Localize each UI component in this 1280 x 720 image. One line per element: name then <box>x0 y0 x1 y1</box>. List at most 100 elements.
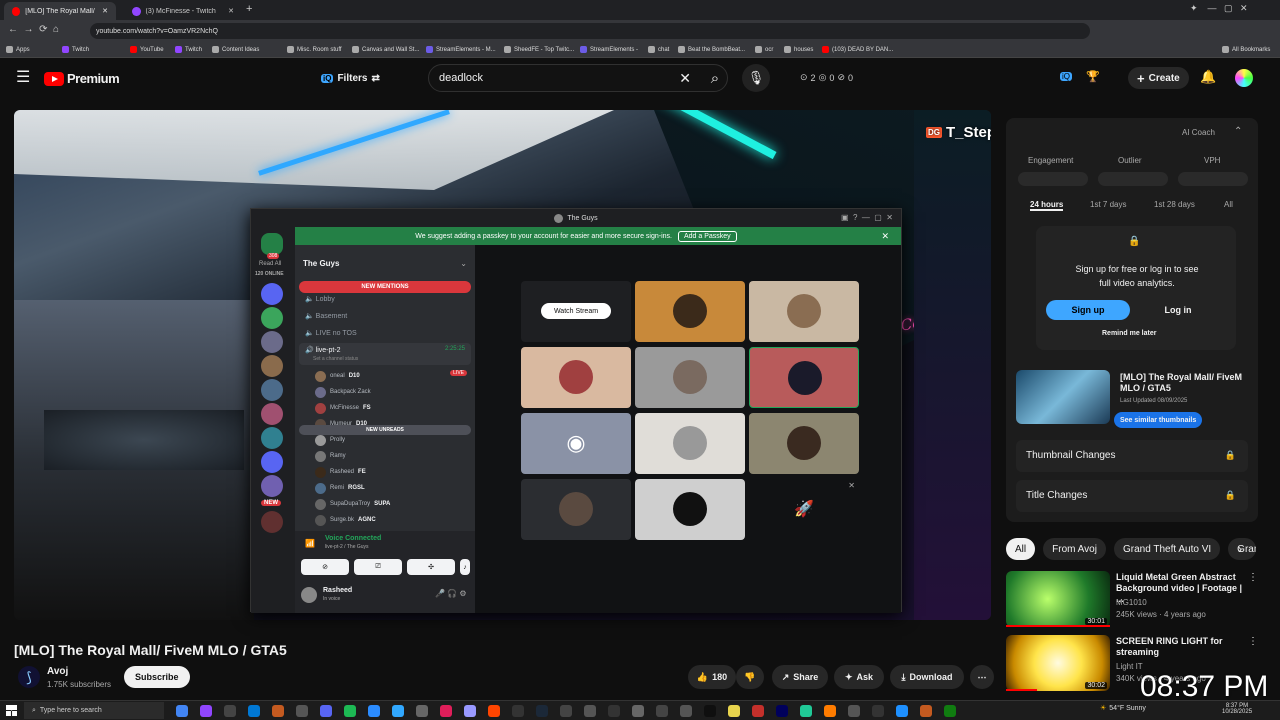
app-icon[interactable] <box>896 705 908 717</box>
chip-from-avoj[interactable]: From Avoj <box>1043 538 1106 560</box>
activities-button[interactable]: ✣ <box>407 559 455 575</box>
bookmark-twitch[interactable]: Twitch <box>62 46 89 53</box>
server-icon[interactable] <box>261 427 283 449</box>
app-icon[interactable] <box>656 705 668 717</box>
close-icon[interactable]: ✕ <box>848 481 855 490</box>
voice-member[interactable]: Rasheed FE <box>315 465 366 479</box>
ask-button[interactable]: ✦ Ask <box>834 665 884 689</box>
bookmark-beat-the-bomb[interactable]: Beat the BombBeat... <box>678 46 745 53</box>
new-unreads-pill[interactable]: NEW UNREADS <box>299 425 471 435</box>
soundboard-button[interactable]: ♪ <box>460 559 470 575</box>
app-icon[interactable] <box>752 705 764 717</box>
participant-tile[interactable] <box>521 479 631 540</box>
participant-tile[interactable] <box>635 479 745 540</box>
participant-tile[interactable] <box>635 413 745 474</box>
xbox-app-icon[interactable] <box>944 705 956 717</box>
voice-channel-lobby[interactable]: 🔈 Lobby <box>305 295 335 303</box>
new-tab-button[interactable]: + <box>246 3 252 15</box>
app-icon[interactable] <box>368 705 380 717</box>
new-mentions-pill[interactable]: NEW MENTIONS <box>299 281 471 293</box>
voice-member[interactable]: Ramy <box>315 449 350 463</box>
server-icon[interactable] <box>261 307 283 329</box>
download-button[interactable]: ⤓ Download <box>890 665 964 689</box>
app-icon[interactable] <box>800 705 812 717</box>
chip-all[interactable]: All <box>1006 538 1036 560</box>
voice-member[interactable]: Backpack Zack <box>315 385 375 399</box>
bookmark-canvas[interactable]: Canvas and Wall St... <box>352 46 419 53</box>
app-icon[interactable] <box>224 705 236 717</box>
log-in-button[interactable]: Log in <box>1136 300 1220 320</box>
user-controls[interactable]: 🎤 🎧 ⚙ <box>435 589 467 598</box>
spotify-app-icon[interactable] <box>344 705 356 717</box>
create-button[interactable]: + Create <box>1128 67 1189 89</box>
bookmark-apps[interactable]: Apps <box>6 46 30 53</box>
server-icon[interactable] <box>261 283 283 305</box>
voice-member[interactable]: Prolly <box>315 433 349 447</box>
photoshop-app-icon[interactable] <box>392 705 404 717</box>
participant-tile[interactable] <box>635 281 745 342</box>
voice-member[interactable]: SupaDupaTroy SUPA <box>315 497 390 511</box>
bookmark-streamelements[interactable]: StreamElements - M... <box>426 46 496 53</box>
server-icon[interactable] <box>261 511 283 533</box>
voice-member[interactable]: Remi RGSL <box>315 481 365 495</box>
app-icon[interactable] <box>632 705 644 717</box>
server-icon[interactable] <box>261 403 283 425</box>
steam-app-icon[interactable] <box>536 705 548 717</box>
chevron-right-icon[interactable]: › <box>1238 542 1242 556</box>
app-icon[interactable] <box>848 705 860 717</box>
read-all-button[interactable]: Read All <box>259 261 281 267</box>
app-icon[interactable] <box>872 705 884 717</box>
bookmark-sheedfe[interactable]: SheedFE - Top Twitc... <box>504 46 574 53</box>
vidiq-icon[interactable]: iQ <box>1060 72 1072 81</box>
thumbnail-changes-row[interactable]: Thumbnail Changes 🔒 <box>1016 440 1248 472</box>
app-icon[interactable] <box>584 705 596 717</box>
app-icon[interactable] <box>296 705 308 717</box>
server-icon[interactable] <box>261 475 283 497</box>
discord-server-icon[interactable] <box>261 451 283 473</box>
sign-up-button[interactable]: Sign up <box>1046 300 1130 320</box>
video-thumbnail[interactable] <box>1016 370 1110 424</box>
discord-home-icon[interactable] <box>261 233 283 255</box>
bookmark-misc-room[interactable]: Misc. Room stuff <box>287 46 342 53</box>
app-icon[interactable] <box>608 705 620 717</box>
like-button[interactable]: 👍 180 <box>688 665 736 689</box>
range-24-hours[interactable]: 24 hours <box>1030 200 1064 211</box>
weather-widget[interactable]: ☀ 54°F Sunny <box>1100 704 1146 713</box>
app-icon[interactable] <box>200 705 212 717</box>
bookmark-content-ideas[interactable]: Content Ideas <box>212 46 259 53</box>
remind-me-later-button[interactable]: Remind me later <box>1102 330 1156 337</box>
range-28-days[interactable]: 1st 28 days <box>1154 200 1195 209</box>
bookmark-streamelements-2[interactable]: StreamElements - <box>580 46 638 53</box>
range-7-days[interactable]: 1st 7 days <box>1090 200 1126 209</box>
microphone-icon[interactable]: 🎙 <box>742 64 770 92</box>
app-icon[interactable] <box>560 705 572 717</box>
system-clock[interactable]: 8:37 PM 10/28/2025 <box>1222 703 1252 715</box>
bookmark-ocr[interactable]: ocr <box>755 46 773 53</box>
app-icon[interactable] <box>920 705 932 717</box>
hamburger-menu-icon[interactable]: ☰ <box>16 70 30 86</box>
server-icon[interactable] <box>261 355 283 377</box>
add-passkey-button[interactable]: Add a Passkey <box>677 230 737 242</box>
url-input[interactable]: youtube.com/watch?v=OamzVR2NchQ <box>90 23 1090 39</box>
close-icon[interactable]: ✕ <box>228 7 234 15</box>
close-icon[interactable]: ✕ <box>102 7 108 15</box>
edge-app-icon[interactable] <box>248 705 260 717</box>
bookmark-youtube[interactable]: YouTube <box>130 46 164 53</box>
subscribe-button[interactable]: Subscribe <box>124 666 190 688</box>
chip-gta6[interactable]: Grand Theft Auto VI <box>1113 538 1221 560</box>
taskbar-search-input[interactable]: ⌕ Type here to search <box>24 702 164 719</box>
app-icon[interactable] <box>488 705 500 717</box>
app-icon[interactable] <box>680 705 692 717</box>
chevron-up-icon[interactable]: ⌃ <box>1234 126 1242 137</box>
more-vertical-icon[interactable]: ⋮ <box>1248 572 1258 583</box>
after-effects-app-icon[interactable] <box>776 705 788 717</box>
voice-member[interactable]: oneal D10 <box>315 369 360 383</box>
server-name[interactable]: The Guys <box>303 259 339 268</box>
bookmark-houses[interactable]: houses <box>784 46 813 53</box>
participant-tile-speaking[interactable] <box>749 347 859 408</box>
chevron-down-icon[interactable]: ⌄ <box>460 259 467 268</box>
app-icon[interactable] <box>704 705 716 717</box>
voice-member[interactable]: Surge.bk AGNC <box>315 513 376 527</box>
voice-member[interactable]: McFinesse FS <box>315 401 371 415</box>
dislike-button[interactable]: 👎 <box>736 665 764 689</box>
